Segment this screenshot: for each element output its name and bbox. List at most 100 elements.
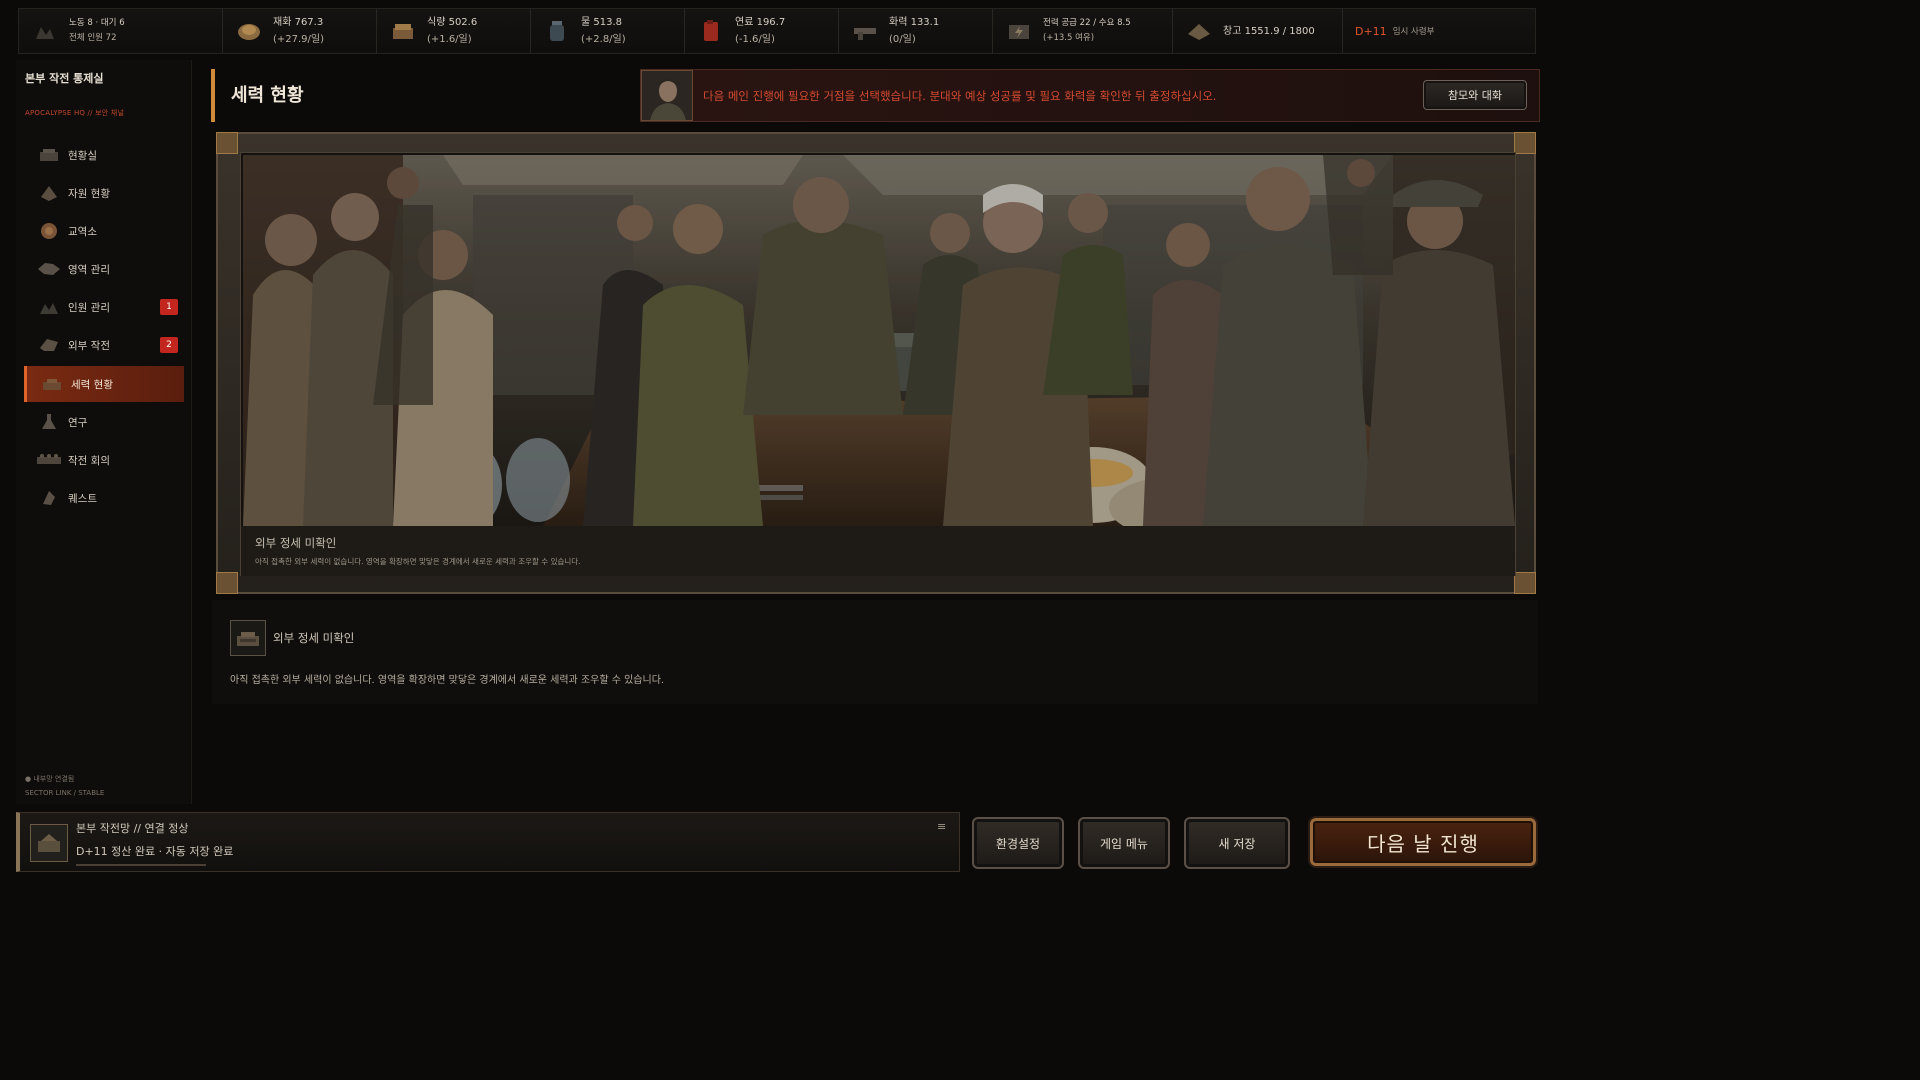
quest-icon bbox=[36, 487, 62, 509]
water-icon bbox=[543, 18, 571, 44]
fuel-line1: 연료 196.7 bbox=[735, 17, 786, 28]
banner-inner: 외부 정세 미확인 아직 접촉한 외부 세력이 없습니다. 영역을 확장하면 맞… bbox=[240, 152, 1516, 576]
faction-unknown-icon bbox=[230, 620, 266, 656]
frame-corner bbox=[1514, 572, 1536, 594]
firepower-icon bbox=[851, 18, 879, 44]
personnel-badge: 1 bbox=[160, 299, 178, 315]
fuel-icon bbox=[697, 18, 725, 44]
materials-line1: 재화 767.3 bbox=[273, 17, 324, 28]
settings-button[interactable]: 환경설정 bbox=[972, 817, 1064, 869]
sidebar-item-resources[interactable]: 자원 현황 bbox=[24, 175, 184, 211]
research-icon bbox=[36, 411, 62, 433]
trade-icon bbox=[36, 220, 62, 242]
external-ops-badge: 2 bbox=[160, 337, 178, 353]
banner-caption: 외부 정세 미확인 아직 접촉한 외부 세력이 없습니다. 영역을 확장하면 맞… bbox=[241, 526, 1515, 576]
sidebar-item-external-ops[interactable]: 외부 작전 2 bbox=[24, 327, 184, 363]
frame-corner bbox=[216, 572, 238, 594]
briefing-icon bbox=[36, 449, 62, 471]
sidebar-item-label: 연구 bbox=[68, 416, 88, 429]
sidebar-item-status-room[interactable]: 현황실 bbox=[24, 137, 184, 173]
personnel-icon bbox=[36, 296, 62, 318]
sidebar-title: 본부 작전 통제실 bbox=[25, 72, 104, 85]
next-day-button[interactable]: 다음 날 진행 bbox=[1310, 818, 1536, 866]
frame-corner bbox=[1514, 132, 1536, 154]
food-line2: (+1.6/일) bbox=[427, 34, 472, 45]
sidebar-subtitle: APOCALYPSE HQ // 보안 채널 bbox=[25, 109, 125, 117]
materials-stat: 재화 767.3 (+27.9/일) bbox=[223, 9, 377, 53]
factions-icon bbox=[39, 373, 65, 395]
materials-icon bbox=[235, 18, 263, 44]
network-status-line: 본부 작전망 // 연결 정상 bbox=[76, 822, 189, 835]
log-menu-icon[interactable]: ≡ bbox=[937, 821, 949, 833]
hq-network-icon bbox=[30, 824, 68, 862]
food-icon bbox=[389, 18, 417, 44]
sector-link-status: SECTOR LINK / STABLE bbox=[25, 789, 105, 797]
storage-line1: 창고 1551.9 / 1800 bbox=[1223, 25, 1315, 37]
fuel-stat: 연료 196.7 (-1.6/일) bbox=[685, 9, 839, 53]
storage-stat: 창고 1551.9 / 1800 bbox=[1173, 9, 1343, 53]
sidebar-item-label: 영역 관리 bbox=[68, 263, 110, 276]
external-ops-icon bbox=[36, 334, 62, 356]
sidebar-item-personnel[interactable]: 인원 관리 1 bbox=[24, 289, 184, 325]
food-stat: 식량 502.6 (+1.6/일) bbox=[377, 9, 531, 53]
new-save-button[interactable]: 새 저장 bbox=[1184, 817, 1290, 869]
network-status: ● 내부망 연결됨 bbox=[25, 775, 75, 783]
firepower-line2: (0/일) bbox=[889, 34, 916, 45]
banner-caption-desc: 아직 접촉한 외부 세력이 없습니다. 영역을 확장하면 맞닿은 경계에서 새로… bbox=[255, 557, 581, 566]
power-icon bbox=[1005, 18, 1033, 44]
storage-icon bbox=[1185, 18, 1213, 44]
frame-corner bbox=[216, 132, 238, 154]
day-counter: D+11 bbox=[1355, 24, 1387, 38]
sidebar-item-label: 퀘스트 bbox=[68, 492, 97, 505]
status-footer: 본부 작전망 // 연결 정상 D+11 정산 완료 · 자동 저장 완료 ≡ bbox=[16, 812, 960, 872]
sidebar-item-label: 세력 현황 bbox=[71, 378, 113, 391]
hq-status: D+11 임시 사령부 bbox=[1343, 9, 1535, 53]
fuel-line2: (-1.6/일) bbox=[735, 34, 775, 45]
sidebar-item-label: 교역소 bbox=[68, 225, 97, 238]
labor-line2: 전체 인원 72 bbox=[69, 33, 117, 43]
talk-to-advisor-button[interactable]: 참모와 대화 bbox=[1423, 80, 1527, 110]
sidebar-item-trade[interactable]: 교역소 bbox=[24, 213, 184, 249]
sidebar-item-factions[interactable]: 세력 현황 bbox=[24, 366, 184, 402]
water-line2: (+2.8/일) bbox=[581, 34, 626, 45]
sidebar-item-label: 자원 현황 bbox=[68, 187, 110, 200]
advisor-message-bar: 다음 메인 진행에 필요한 거점을 선택했습니다. 분대와 예상 성공률 및 필… bbox=[640, 69, 1540, 122]
labor-stat: 노동 8 · 대기 6 전체 인원 72 bbox=[19, 9, 223, 53]
territory-icon bbox=[36, 258, 62, 280]
faction-banner-frame: 외부 정세 미확인 아직 접촉한 외부 세력이 없습니다. 영역을 확장하면 맞… bbox=[216, 132, 1536, 594]
advisor-message: 다음 메인 진행에 필요한 거점을 선택했습니다. 분대와 예상 성공률 및 필… bbox=[703, 89, 1217, 103]
power-line2: (+13.5 여유) bbox=[1043, 33, 1095, 43]
page-title: 세력 현황 bbox=[231, 85, 304, 106]
game-menu-button[interactable]: 게임 메뉴 bbox=[1078, 817, 1170, 869]
materials-line2: (+27.9/일) bbox=[273, 34, 325, 45]
power-line1: 전력 공급 22 / 수요 8.5 bbox=[1043, 18, 1131, 28]
faction-info-panel: 외부 정세 미확인 아직 접촉한 외부 세력이 없습니다. 영역을 확장하면 맞… bbox=[212, 600, 1538, 704]
labor-icon bbox=[31, 18, 59, 44]
hq-role: 임시 사령부 bbox=[1392, 27, 1435, 37]
sidebar: 본부 작전 통제실 APOCALYPSE HQ // 보안 채널 현황실 자원 … bbox=[16, 60, 192, 804]
water-stat: 물 513.8 (+2.8/일) bbox=[531, 9, 685, 53]
resources-icon bbox=[36, 182, 62, 204]
sidebar-item-territory[interactable]: 영역 관리 bbox=[24, 251, 184, 287]
firepower-line1: 화력 133.1 bbox=[889, 17, 940, 28]
save-status-line: D+11 정산 완료 · 자동 저장 완료 bbox=[76, 845, 234, 858]
sidebar-item-quest[interactable]: 퀘스트 bbox=[24, 480, 184, 516]
status-room-icon bbox=[36, 144, 62, 166]
faction-info-title: 외부 정세 미확인 bbox=[273, 631, 355, 645]
sidebar-item-research[interactable]: 연구 bbox=[24, 404, 184, 440]
resource-bar: 노동 8 · 대기 6 전체 인원 72 재화 767.3 (+27.9/일) 식량… bbox=[18, 8, 1536, 54]
status-underline bbox=[76, 864, 206, 866]
sidebar-item-label: 외부 작전 bbox=[68, 339, 110, 352]
sidebar-item-label: 인원 관리 bbox=[68, 301, 110, 314]
faction-info-desc: 아직 접촉한 외부 세력이 없습니다. 영역을 확장하면 맞닿은 경계에서 새로… bbox=[230, 675, 665, 686]
page-header: 세력 현황 bbox=[211, 69, 631, 122]
advisor-portrait bbox=[641, 70, 693, 121]
sidebar-item-label: 작전 회의 bbox=[68, 454, 110, 467]
labor-line1: 노동 8 · 대기 6 bbox=[69, 18, 125, 28]
water-line1: 물 513.8 bbox=[581, 17, 623, 28]
sidebar-item-briefing[interactable]: 작전 회의 bbox=[24, 442, 184, 478]
power-stat: 전력 공급 22 / 수요 8.5 (+13.5 여유) bbox=[993, 9, 1173, 53]
sidebar-item-label: 현황실 bbox=[68, 149, 97, 162]
survivor-trade-scene-image bbox=[243, 155, 1515, 526]
food-line1: 식량 502.6 bbox=[427, 17, 478, 28]
